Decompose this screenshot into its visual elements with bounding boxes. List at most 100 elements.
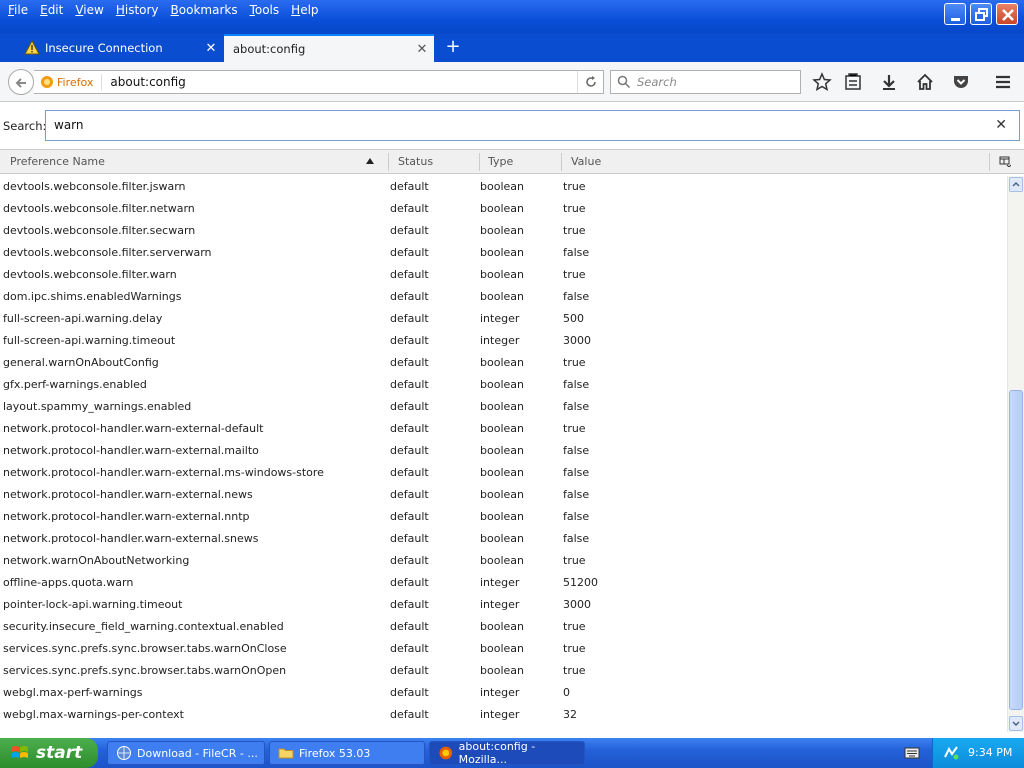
pocket-icon[interactable] [951, 72, 971, 92]
type-cell: integer [480, 598, 520, 611]
table-row[interactable]: general.warnOnAboutConfig default boolean t… [0, 352, 1006, 374]
status-cell: default [390, 598, 429, 611]
table-row[interactable]: network.protocol-handler.warn-external.s… [0, 528, 1006, 550]
table-row[interactable]: webgl.max-perf-warnings default integer 0 [0, 682, 1006, 704]
close-window-button[interactable] [996, 3, 1018, 25]
status-cell: default [390, 510, 429, 523]
menu-bookmarks[interactable]: Bookmarks [165, 3, 244, 19]
search-input-value[interactable]: warn [54, 118, 84, 132]
table-row[interactable]: webgl.max-warnings-per-context default int… [0, 704, 1006, 726]
type-cell: boolean [480, 444, 524, 457]
type-cell: boolean [480, 554, 524, 567]
table-row[interactable]: network.protocol-handler.warn-external.n… [0, 484, 1006, 506]
preference-name-cell: general.warnOnAboutConfig [3, 356, 159, 369]
chevron-up-icon [1012, 181, 1020, 187]
identity-box[interactable]: Firefox [34, 74, 103, 90]
tab-close-icon[interactable]: ✕ [414, 42, 430, 57]
table-row[interactable]: full-screen-api.warning.timeout default in… [0, 330, 1006, 352]
identity-label: Firefox [57, 75, 94, 89]
table-row[interactable]: pointer-lock-api.warning.timeout default i… [0, 594, 1006, 616]
restore-button[interactable] [970, 3, 992, 25]
preference-name-cell: webgl.max-perf-warnings [3, 686, 143, 699]
network-status-icon[interactable] [943, 745, 959, 761]
search-box[interactable]: Search [610, 70, 801, 94]
menu-edit[interactable]: Edit [34, 3, 69, 19]
table-row[interactable]: devtools.webconsole.filter.warn default bo… [0, 264, 1006, 286]
table-row[interactable]: network.protocol-handler.warn-external-d… [0, 418, 1006, 440]
column-header-preference-name[interactable]: Preference Name [10, 155, 105, 168]
tab-close-icon[interactable]: ✕ [203, 41, 219, 56]
status-cell: default [390, 268, 429, 281]
clear-search-icon[interactable]: ✕ [995, 117, 1007, 133]
column-separator[interactable] [479, 153, 480, 171]
url-bar[interactable]: Firefox about:config [34, 70, 604, 94]
table-row[interactable]: dom.ipc.shims.enabledWarnings default bool… [0, 286, 1006, 308]
menu-file[interactable]: File [2, 3, 34, 19]
table-row[interactable]: services.sync.prefs.sync.browser.tabs.wa… [0, 638, 1006, 660]
column-header-value[interactable]: Value [571, 155, 601, 168]
menu-tools[interactable]: Tools [244, 3, 286, 19]
table-row[interactable]: full-screen-api.warning.delay default inte… [0, 308, 1006, 330]
menu-help[interactable]: Help [285, 3, 324, 19]
bookmarks-list-icon[interactable] [843, 72, 863, 92]
home-icon[interactable] [915, 72, 935, 92]
table-row[interactable]: network.protocol-handler.warn-external.n… [0, 506, 1006, 528]
scroll-thumb[interactable] [1009, 390, 1023, 710]
table-row[interactable]: network.protocol-handler.warn-external.m… [0, 440, 1006, 462]
scroll-up-button[interactable] [1009, 177, 1023, 192]
taskbar-item-about-config[interactable]: about:config - Mozilla... [429, 740, 585, 766]
hamburger-menu-icon[interactable] [993, 72, 1013, 92]
column-header-status[interactable]: Status [398, 155, 433, 168]
status-cell: default [390, 532, 429, 545]
column-picker-icon[interactable] [999, 155, 1011, 167]
preferences-table-body: devtools.webconsole.filter.jswarn default… [0, 176, 1006, 732]
restore-icon [975, 8, 988, 21]
table-row[interactable]: devtools.webconsole.filter.secwarn defaul… [0, 220, 1006, 242]
reload-button[interactable] [577, 71, 603, 93]
download-icon[interactable] [879, 72, 899, 92]
preferences-table-header: Preference Name Status Type Value [0, 149, 1024, 174]
bookmark-star-icon[interactable] [812, 72, 832, 92]
menu-view[interactable]: View [69, 3, 109, 19]
column-separator[interactable] [561, 153, 562, 171]
menu-history[interactable]: History [110, 3, 165, 19]
table-row[interactable]: security.insecure_field_warning.contextu… [0, 616, 1006, 638]
new-tab-button[interactable]: + [444, 38, 462, 56]
taskbar-item-firefox-folder[interactable]: Firefox 53.03 [269, 741, 425, 765]
minimize-button[interactable] [944, 3, 966, 25]
preference-name-cell: network.protocol-handler.warn-external-d… [3, 422, 264, 435]
url-text[interactable]: about:config [110, 75, 577, 89]
value-cell: true [563, 422, 586, 435]
table-row[interactable]: devtools.webconsole.filter.serverwarn def… [0, 242, 1006, 264]
type-cell: boolean [480, 620, 524, 633]
tab-about-config[interactable]: about:config ✕ [224, 34, 434, 62]
table-row[interactable]: services.sync.prefs.sync.browser.tabs.wa… [0, 660, 1006, 682]
tab-label: Insecure Connection [45, 41, 163, 55]
table-row[interactable]: offline-apps.quota.warn default integer 512… [0, 572, 1006, 594]
scroll-down-button[interactable] [1009, 716, 1023, 731]
start-button[interactable]: start [0, 738, 98, 768]
start-label: start [36, 743, 83, 763]
table-row[interactable]: network.warnOnAboutNetworking default bool… [0, 550, 1006, 572]
type-cell: boolean [480, 180, 524, 193]
vertical-scrollbar[interactable] [1007, 176, 1024, 732]
folder-icon [278, 748, 294, 759]
firefox-icon [41, 76, 53, 88]
preference-name-cell: pointer-lock-api.warning.timeout [3, 598, 183, 611]
column-header-type[interactable]: Type [488, 155, 513, 168]
table-row[interactable]: devtools.webconsole.filter.netwarn defaul… [0, 198, 1006, 220]
table-row[interactable]: gfx.perf-warnings.enabled default boolean f… [0, 374, 1006, 396]
table-row[interactable]: network.protocol-handler.warn-external.m… [0, 462, 1006, 484]
back-button[interactable] [8, 69, 34, 95]
config-search-input[interactable]: warn ✕ [45, 110, 1020, 141]
table-row[interactable]: devtools.webconsole.filter.jswarn default… [0, 176, 1006, 198]
taskbar-item-download-filecr[interactable]: Download - FileCR - ... [107, 741, 265, 765]
column-separator[interactable] [388, 153, 389, 171]
value-cell: true [563, 620, 586, 633]
tab-insecure-connection[interactable]: Insecure Connection ✕ [18, 34, 223, 62]
table-row[interactable]: layout.spammy_warnings.enabled default boo… [0, 396, 1006, 418]
tab-strip: Insecure Connection ✕ about:config ✕ + [0, 34, 1024, 62]
preference-name-cell: offline-apps.quota.warn [3, 576, 134, 589]
type-cell: boolean [480, 466, 524, 479]
keyboard-icon[interactable] [904, 746, 920, 760]
